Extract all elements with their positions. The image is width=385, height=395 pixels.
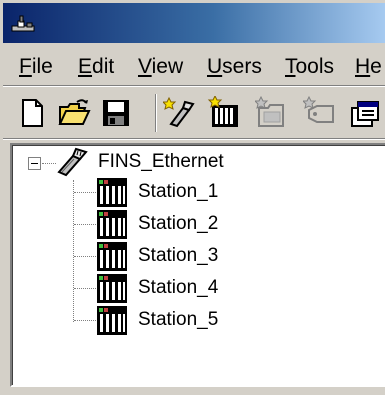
device-icon <box>97 274 127 303</box>
app-icon[interactable] <box>11 15 37 33</box>
tree-view-inner: FINS_Ethernet Station_1 Station_2 Statio… <box>12 145 385 385</box>
menu-file[interactable]: File <box>19 54 53 80</box>
device-icon <box>97 306 127 335</box>
tree-connector <box>74 288 96 289</box>
menu-tools-label: ools <box>295 55 335 78</box>
device-icon <box>97 178 127 207</box>
title-bar[interactable] <box>3 3 385 43</box>
tree-child-label[interactable]: Station_4 <box>138 276 218 300</box>
menu-tools[interactable]: Tools <box>285 54 334 80</box>
tree-root-label[interactable]: FINS_Ethernet <box>98 150 224 174</box>
tree-child-label[interactable]: Station_3 <box>138 244 218 268</box>
tree-connector <box>74 224 96 225</box>
menu-bar: File Edit View Users Tools He <box>3 47 385 86</box>
tree-child-label[interactable]: Station_1 <box>138 180 218 204</box>
application-window: File Edit View Users Tools He FINS_Ether… <box>0 0 385 395</box>
ethernet-channel-icon <box>57 147 88 177</box>
tree-connector <box>74 256 96 257</box>
menu-edit-label: dit <box>92 55 115 78</box>
menu-tools-mnemonic: T <box>285 55 296 78</box>
menu-view-label: iew <box>151 55 184 78</box>
menu-users-mnemonic: U <box>207 55 223 78</box>
tree-connector <box>74 320 96 321</box>
menu-file-mnemonic: F <box>19 55 32 78</box>
device-icon <box>97 242 127 271</box>
new-document-icon[interactable] <box>15 96 49 130</box>
menu-edit-mnemonic: E <box>78 55 93 78</box>
menu-users[interactable]: Users <box>207 54 262 80</box>
tree-view[interactable]: FINS_Ethernet Station_1 Station_2 Statio… <box>10 143 385 387</box>
menu-view[interactable]: View <box>138 54 183 80</box>
menu-view-mnemonic: V <box>138 55 152 78</box>
new-channel-icon[interactable] <box>163 96 197 130</box>
save-icon[interactable] <box>99 96 133 130</box>
menu-file-label: ile <box>31 55 53 78</box>
tree-child-label[interactable]: Station_2 <box>138 212 218 236</box>
tree-connector <box>42 163 56 164</box>
new-tag-icon[interactable] <box>303 96 337 130</box>
new-tag-group-icon[interactable] <box>255 96 289 130</box>
tree-expander-collapse[interactable] <box>28 157 41 170</box>
tree-connector <box>73 180 74 322</box>
menu-help[interactable]: He <box>355 54 382 80</box>
tree-child-label[interactable]: Station_5 <box>138 308 218 332</box>
menu-edit[interactable]: Edit <box>78 54 114 80</box>
menu-help-mnemonic: H <box>355 55 371 78</box>
menu-help-label: e <box>370 55 382 78</box>
toolbar-separator <box>155 94 157 132</box>
menu-users-label: sers <box>222 55 262 78</box>
toolbar <box>3 88 385 139</box>
new-device-icon[interactable] <box>207 96 241 130</box>
device-icon <box>97 210 127 239</box>
open-folder-icon[interactable] <box>57 96 91 130</box>
tree-connector <box>74 192 96 193</box>
properties-icon[interactable] <box>349 96 383 130</box>
